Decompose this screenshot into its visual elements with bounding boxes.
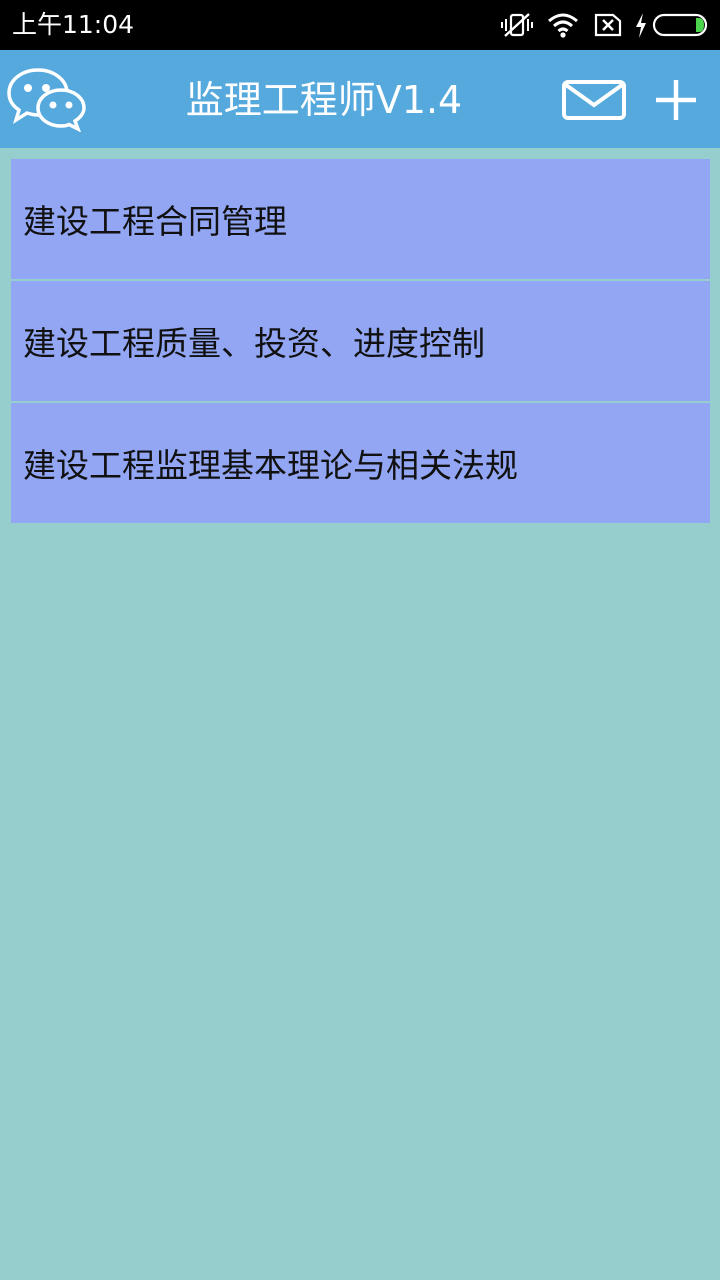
app-bar: 监理工程师V1.4: [0, 50, 720, 148]
list-item-label: 建设工程监理基本理论与相关法规: [23, 446, 518, 485]
plus-icon[interactable]: [650, 74, 702, 126]
wifi-icon: [548, 13, 578, 38]
status-bar: 上午11:04: [0, 0, 720, 50]
list-item-quality-investment-schedule[interactable]: 建设工程质量、投资、进度控制: [11, 281, 710, 401]
battery-icon: [652, 13, 708, 37]
subject-list: 建设工程合同管理 建设工程质量、投资、进度控制 建设工程监理基本理论与相关法规: [11, 159, 710, 525]
status-time: 上午11:04: [12, 10, 135, 39]
charging-icon: [636, 13, 646, 38]
mail-icon[interactable]: [560, 74, 628, 126]
no-sim-icon: [594, 13, 622, 37]
vibrate-icon: [501, 13, 533, 37]
list-item-label: 建设工程质量、投资、进度控制: [23, 324, 485, 363]
list-item-label: 建设工程合同管理: [23, 202, 287, 241]
list-item-supervision-theory-regulations[interactable]: 建设工程监理基本理论与相关法规: [11, 403, 710, 523]
list-item-contract-management[interactable]: 建设工程合同管理: [11, 159, 710, 279]
app-title: 监理工程师V1.4: [185, 78, 463, 122]
